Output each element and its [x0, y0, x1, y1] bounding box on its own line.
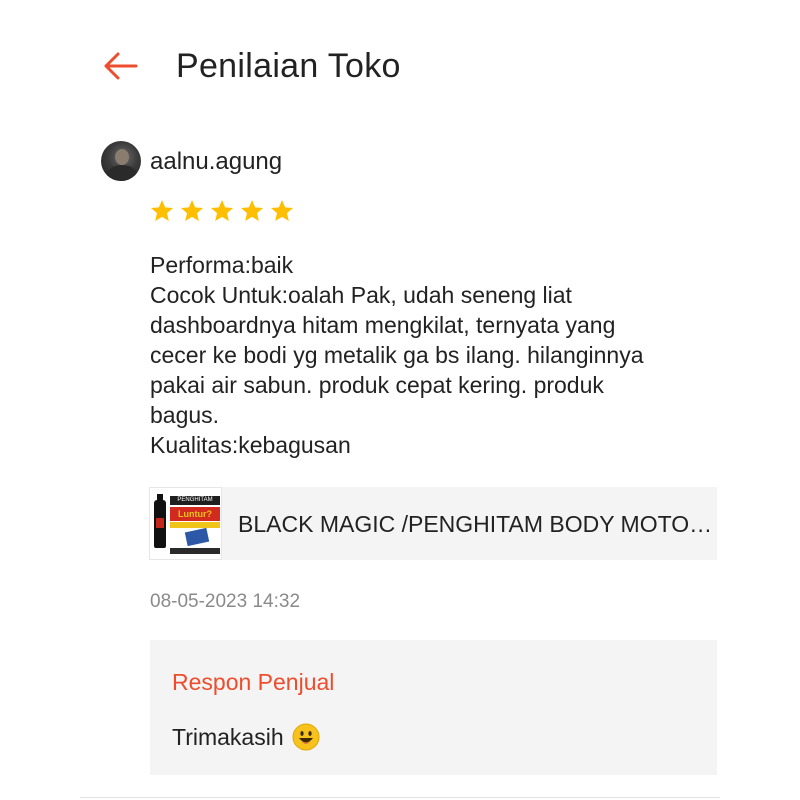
divider: [80, 797, 720, 798]
seller-response-text: Trimakasih: [172, 724, 284, 750]
seller-response-box: Respon Penjual Trimakasih: [150, 640, 717, 775]
seller-response-title: Respon Penjual: [172, 669, 335, 695]
review-line: Performa:baik: [150, 252, 294, 278]
rating-stars: [149, 198, 295, 224]
review-line: dashboardnya hitam mengkilat, ternyata y…: [150, 312, 616, 338]
product-card[interactable]: PENGHITAM Luntur? BLACK MAGIC /PENGHITAM…: [149, 487, 717, 560]
page-title: Penilaian Toko: [176, 47, 401, 85]
back-arrow-icon[interactable]: [102, 51, 138, 81]
star-icon: [180, 199, 204, 221]
seller-response-message: Trimakasih: [172, 722, 320, 752]
star-icon: [210, 199, 234, 221]
star-icon: [270, 199, 294, 221]
back-button[interactable]: [100, 48, 140, 84]
review-line: Kualitas:kebagusan: [150, 432, 351, 458]
product-thumbnail: PENGHITAM Luntur?: [149, 487, 222, 560]
review-line: cecer ke bodi yg metalik ga bs ilang. hi…: [150, 342, 644, 368]
star-icon: [240, 199, 264, 221]
star-icon: [150, 199, 174, 221]
review-line: Cocok Untuk:oalah Pak, udah seneng liat: [150, 282, 572, 308]
review-line: pakai air sabun. produk cepat kering. pr…: [150, 372, 604, 398]
avatar[interactable]: [101, 141, 141, 181]
username[interactable]: aalnu.agung: [150, 147, 282, 177]
header: Penilaian Toko: [0, 0, 800, 130]
review-timestamp: 08-05-2023 14:32: [150, 591, 301, 612]
review-text: Performa:baik Cocok Untuk:oalah Pak, uda…: [150, 250, 720, 460]
smiling-face-emoji-icon: [292, 723, 320, 751]
product-name[interactable]: BLACK MAGIC /PENGHITAM BODY MOTOR PENGHI…: [238, 509, 713, 539]
review-line: bagus.: [150, 402, 220, 428]
